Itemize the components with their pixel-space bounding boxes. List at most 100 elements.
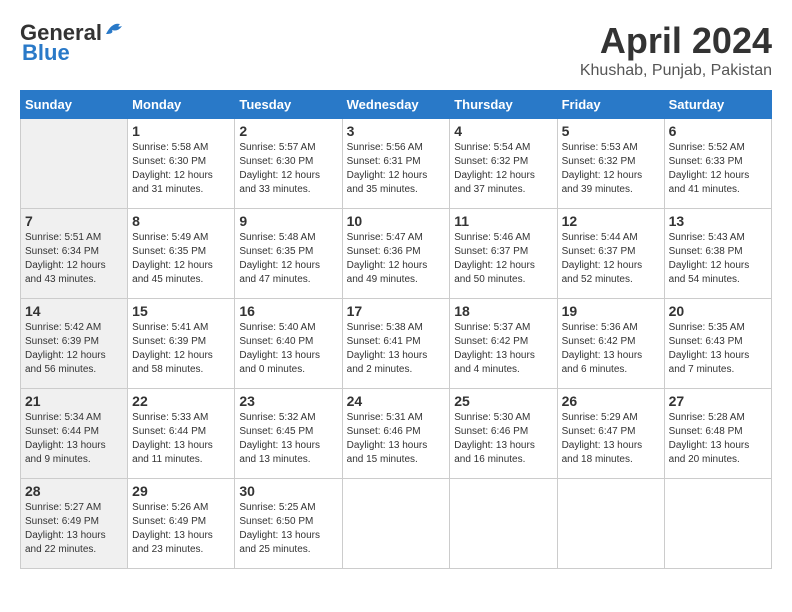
cell-info: Sunrise: 5:42 AM Sunset: 6:39 PM Dayligh…: [25, 321, 123, 377]
cell-info: Sunrise: 5:57 AM Sunset: 6:30 PM Dayligh…: [239, 141, 337, 197]
cell-info: Sunrise: 5:32 AM Sunset: 6:45 PM Dayligh…: [239, 411, 337, 467]
cell-info: Sunrise: 5:26 AM Sunset: 6:49 PM Dayligh…: [132, 501, 230, 557]
calendar-cell: 26 Sunrise: 5:29 AM Sunset: 6:47 PM Dayli…: [557, 389, 664, 479]
cell-info: Sunrise: 5:27 AM Sunset: 6:49 PM Dayligh…: [25, 501, 123, 557]
calendar-header-row: SundayMondayTuesdayWednesdayThursdayFrid…: [21, 91, 772, 119]
day-number: 22: [132, 393, 230, 409]
cell-info: Sunrise: 5:30 AM Sunset: 6:46 PM Dayligh…: [454, 411, 552, 467]
col-header-saturday: Saturday: [664, 91, 771, 119]
title-block: April 2024 Khushab, Punjab, Pakistan: [580, 20, 772, 80]
calendar-cell: 15 Sunrise: 5:41 AM Sunset: 6:39 PM Dayli…: [128, 299, 235, 389]
calendar-cell: 6 Sunrise: 5:52 AM Sunset: 6:33 PM Daylig…: [664, 119, 771, 209]
day-number: 3: [347, 123, 446, 139]
cell-info: Sunrise: 5:37 AM Sunset: 6:42 PM Dayligh…: [454, 321, 552, 377]
calendar-cell: 1Sunrise: 5:58 AM Sunset: 6:30 PM Daylig…: [128, 119, 235, 209]
logo-text-blue: Blue: [22, 40, 70, 66]
cell-info: Sunrise: 5:31 AM Sunset: 6:46 PM Dayligh…: [347, 411, 446, 467]
calendar-cell: 12 Sunrise: 5:44 AM Sunset: 6:37 PM Dayli…: [557, 209, 664, 299]
calendar-cell: [664, 479, 771, 569]
calendar-cell: [21, 119, 128, 209]
cell-info: Sunrise: 5:33 AM Sunset: 6:44 PM Dayligh…: [132, 411, 230, 467]
calendar-week-row: 14 Sunrise: 5:42 AM Sunset: 6:39 PM Dayli…: [21, 299, 772, 389]
calendar-week-row: 7 Sunrise: 5:51 AM Sunset: 6:34 PM Daylig…: [21, 209, 772, 299]
cell-info: Sunrise: 5:29 AM Sunset: 6:47 PM Dayligh…: [562, 411, 660, 467]
day-number: 13: [669, 213, 767, 229]
col-header-sunday: Sunday: [21, 91, 128, 119]
cell-info: Sunrise: 5:56 AM Sunset: 6:31 PM Dayligh…: [347, 141, 446, 197]
calendar-cell: 14 Sunrise: 5:42 AM Sunset: 6:39 PM Dayli…: [21, 299, 128, 389]
day-number: 30: [239, 483, 337, 499]
calendar-cell: 23 Sunrise: 5:32 AM Sunset: 6:45 PM Dayli…: [235, 389, 342, 479]
col-header-monday: Monday: [128, 91, 235, 119]
calendar-cell: 20Sunrise: 5:35 AM Sunset: 6:43 PM Dayli…: [664, 299, 771, 389]
day-number: 29: [132, 483, 230, 499]
calendar-cell: 18 Sunrise: 5:37 AM Sunset: 6:42 PM Dayli…: [450, 299, 557, 389]
calendar-cell: 3 Sunrise: 5:56 AM Sunset: 6:31 PM Daylig…: [342, 119, 450, 209]
calendar-cell: 16Sunrise: 5:40 AM Sunset: 6:40 PM Dayli…: [235, 299, 342, 389]
col-header-thursday: Thursday: [450, 91, 557, 119]
day-number: 28: [25, 483, 123, 499]
calendar-cell: [342, 479, 450, 569]
cell-info: Sunrise: 5:44 AM Sunset: 6:37 PM Dayligh…: [562, 231, 660, 287]
calendar-cell: 5 Sunrise: 5:53 AM Sunset: 6:32 PM Daylig…: [557, 119, 664, 209]
day-number: 25: [454, 393, 552, 409]
day-number: 19: [562, 303, 660, 319]
calendar-cell: 9 Sunrise: 5:48 AM Sunset: 6:35 PM Daylig…: [235, 209, 342, 299]
day-number: 8: [132, 213, 230, 229]
cell-info: Sunrise: 5:47 AM Sunset: 6:36 PM Dayligh…: [347, 231, 446, 287]
day-number: 9: [239, 213, 337, 229]
day-number: 12: [562, 213, 660, 229]
cell-info: Sunrise: 5:38 AM Sunset: 6:41 PM Dayligh…: [347, 321, 446, 377]
logo: General Blue: [20, 20, 126, 66]
calendar-week-row: 1Sunrise: 5:58 AM Sunset: 6:30 PM Daylig…: [21, 119, 772, 209]
calendar-cell: 27 Sunrise: 5:28 AM Sunset: 6:48 PM Dayli…: [664, 389, 771, 479]
calendar-cell: 11 Sunrise: 5:46 AM Sunset: 6:37 PM Dayli…: [450, 209, 557, 299]
day-number: 20: [669, 303, 767, 319]
calendar-cell: 29 Sunrise: 5:26 AM Sunset: 6:49 PM Dayli…: [128, 479, 235, 569]
day-number: 18: [454, 303, 552, 319]
day-number: 11: [454, 213, 552, 229]
cell-info: Sunrise: 5:49 AM Sunset: 6:35 PM Dayligh…: [132, 231, 230, 287]
calendar-cell: 13 Sunrise: 5:43 AM Sunset: 6:38 PM Dayli…: [664, 209, 771, 299]
cell-info: Sunrise: 5:43 AM Sunset: 6:38 PM Dayligh…: [669, 231, 767, 287]
col-header-wednesday: Wednesday: [342, 91, 450, 119]
day-number: 23: [239, 393, 337, 409]
day-number: 27: [669, 393, 767, 409]
day-number: 21: [25, 393, 123, 409]
page-header: General Blue April 2024 Khushab, Punjab,…: [20, 20, 772, 80]
cell-info: Sunrise: 5:28 AM Sunset: 6:48 PM Dayligh…: [669, 411, 767, 467]
calendar-cell: 4Sunrise: 5:54 AM Sunset: 6:32 PM Daylig…: [450, 119, 557, 209]
calendar-cell: 22 Sunrise: 5:33 AM Sunset: 6:44 PM Dayli…: [128, 389, 235, 479]
day-number: 26: [562, 393, 660, 409]
cell-info: Sunrise: 5:54 AM Sunset: 6:32 PM Dayligh…: [454, 141, 552, 197]
day-number: 7: [25, 213, 123, 229]
calendar-table: SundayMondayTuesdayWednesdayThursdayFrid…: [20, 90, 772, 569]
calendar-week-row: 21Sunrise: 5:34 AM Sunset: 6:44 PM Dayli…: [21, 389, 772, 479]
cell-info: Sunrise: 5:41 AM Sunset: 6:39 PM Dayligh…: [132, 321, 230, 377]
day-number: 14: [25, 303, 123, 319]
day-number: 10: [347, 213, 446, 229]
calendar-cell: 17Sunrise: 5:38 AM Sunset: 6:41 PM Dayli…: [342, 299, 450, 389]
calendar-cell: 28 Sunrise: 5:27 AM Sunset: 6:49 PM Dayli…: [21, 479, 128, 569]
cell-info: Sunrise: 5:52 AM Sunset: 6:33 PM Dayligh…: [669, 141, 767, 197]
cell-info: Sunrise: 5:53 AM Sunset: 6:32 PM Dayligh…: [562, 141, 660, 197]
calendar-cell: [557, 479, 664, 569]
calendar-cell: 21Sunrise: 5:34 AM Sunset: 6:44 PM Dayli…: [21, 389, 128, 479]
calendar-cell: [450, 479, 557, 569]
col-header-tuesday: Tuesday: [235, 91, 342, 119]
month-title: April 2024: [580, 20, 772, 62]
day-number: 6: [669, 123, 767, 139]
calendar-cell: 10 Sunrise: 5:47 AM Sunset: 6:36 PM Dayli…: [342, 209, 450, 299]
col-header-friday: Friday: [557, 91, 664, 119]
cell-info: Sunrise: 5:51 AM Sunset: 6:34 PM Dayligh…: [25, 231, 123, 287]
day-number: 15: [132, 303, 230, 319]
day-number: 16: [239, 303, 337, 319]
location: Khushab, Punjab, Pakistan: [580, 62, 772, 80]
calendar-cell: 2Sunrise: 5:57 AM Sunset: 6:30 PM Daylig…: [235, 119, 342, 209]
cell-info: Sunrise: 5:46 AM Sunset: 6:37 PM Dayligh…: [454, 231, 552, 287]
cell-info: Sunrise: 5:48 AM Sunset: 6:35 PM Dayligh…: [239, 231, 337, 287]
calendar-cell: 24Sunrise: 5:31 AM Sunset: 6:46 PM Dayli…: [342, 389, 450, 479]
cell-info: Sunrise: 5:25 AM Sunset: 6:50 PM Dayligh…: [239, 501, 337, 557]
cell-info: Sunrise: 5:36 AM Sunset: 6:42 PM Dayligh…: [562, 321, 660, 377]
day-number: 5: [562, 123, 660, 139]
